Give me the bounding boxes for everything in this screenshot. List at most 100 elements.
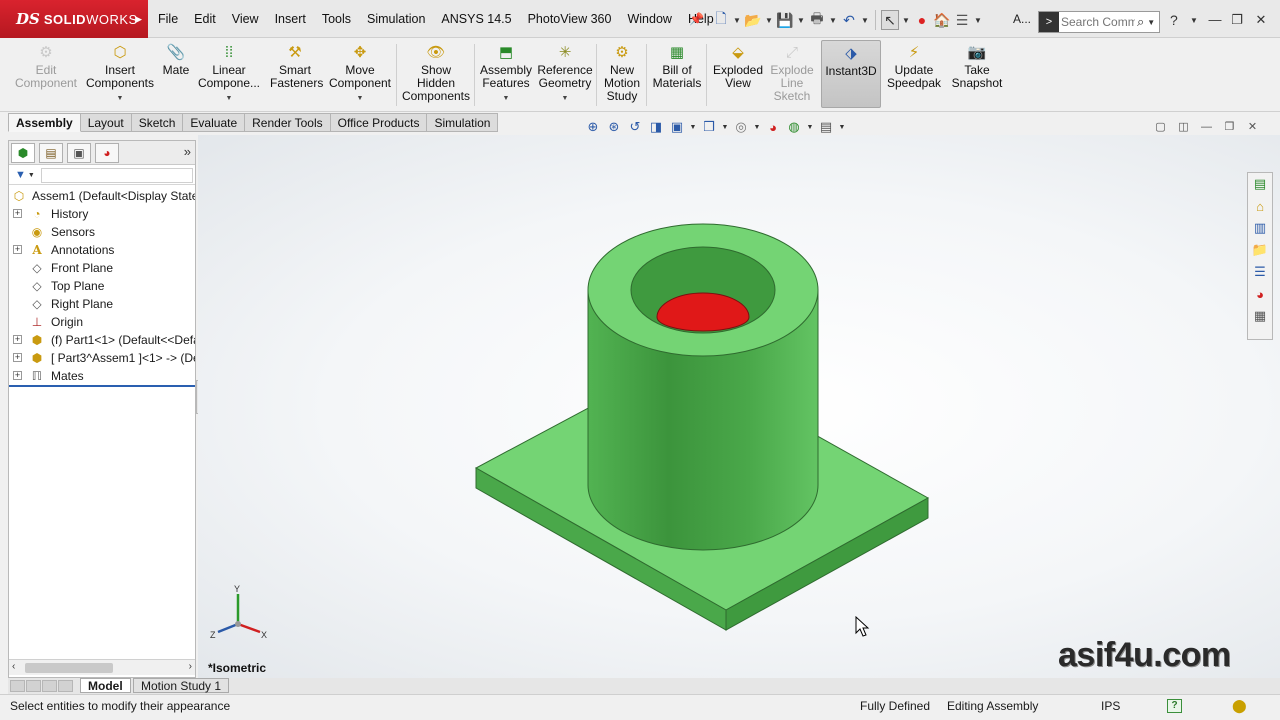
smart-fasteners-button[interactable]: ⚒ Smart Fasteners — [266, 42, 324, 110]
zoom-to-fit-icon[interactable]: ⊕ — [584, 118, 602, 136]
chevron-down-icon[interactable]: ▼ — [1190, 16, 1198, 25]
filter-funnel-icon[interactable]: ▼ — [15, 169, 26, 181]
chevron-down-icon[interactable]: ▼ — [357, 92, 364, 105]
menu-simulation[interactable]: Simulation — [359, 7, 433, 31]
tab-evaluate[interactable]: Evaluate — [183, 113, 246, 132]
chevron-down-icon[interactable]: ▼ — [689, 124, 697, 131]
undo-icon[interactable]: ↶ — [840, 10, 858, 30]
view-orientation-icon[interactable]: ▣ — [668, 118, 686, 136]
chevron-down-icon[interactable]: ▼ — [753, 124, 761, 131]
graphics-area[interactable] — [198, 135, 1280, 678]
file-explorer-icon[interactable]: 📁 — [1248, 239, 1272, 261]
tree-item-annotations[interactable]: + A Annotations — [9, 241, 195, 259]
home-icon[interactable]: ⌂ — [1248, 195, 1272, 217]
two-view-icon[interactable]: ◫ — [1175, 119, 1192, 134]
open-folder-icon[interactable]: 📂 — [744, 10, 762, 30]
appearances-icon[interactable]: ◕ — [1248, 283, 1272, 305]
options-icon[interactable]: ☰ — [953, 10, 971, 30]
rebuild-status-icon[interactable]: ⬤ — [1232, 698, 1247, 714]
scrollbar-thumb[interactable] — [25, 663, 113, 673]
tree-item-sensors[interactable]: ◉ Sensors — [9, 223, 195, 241]
edit-component-button[interactable]: ⚙ Edit Component — [10, 42, 82, 110]
minimize-icon[interactable]: — — [1204, 10, 1226, 30]
instant3d-button[interactable]: ⬗ Instant3D — [821, 40, 881, 108]
command-prompt-icon[interactable]: > — [1039, 12, 1059, 32]
chevron-down-icon[interactable]: ▼ — [838, 124, 846, 131]
horizontal-scrollbar[interactable]: ‹ › — [9, 659, 195, 675]
prev-tab-nav-icon[interactable] — [26, 680, 41, 692]
pin-icon[interactable]: 📌 — [689, 12, 704, 26]
design-library-icon[interactable]: ▥ — [1248, 217, 1272, 239]
custom-properties-icon[interactable]: ▦ — [1248, 305, 1272, 327]
chevron-down-icon[interactable]: ▼ — [562, 92, 569, 105]
chevron-down-icon[interactable]: ▼ — [764, 16, 774, 25]
scroll-right-icon[interactable]: › — [189, 661, 192, 672]
menu-tools[interactable]: Tools — [314, 7, 359, 31]
menu-view[interactable]: View — [224, 7, 267, 31]
file-properties-icon[interactable]: 🏠 — [933, 10, 951, 30]
tree-item-history[interactable]: + ◔ History — [9, 205, 195, 223]
new-document-icon[interactable]: 🗋 — [712, 10, 730, 30]
tree-item-top-plane[interactable]: ◇ Top Plane — [9, 277, 195, 295]
tree-root-assembly[interactable]: ⬡ Assem1 (Default<Display State-1>) — [9, 187, 195, 205]
view-settings-icon[interactable]: ▤ — [817, 118, 835, 136]
print-icon[interactable]: 🖶 — [808, 10, 826, 30]
menu-window[interactable]: Window — [619, 7, 679, 31]
chevron-down-icon[interactable]: ▼ — [796, 16, 806, 25]
linear-component-pattern-button[interactable]: ⁞⁞ Linear Compone... ▼ — [196, 42, 262, 110]
magnifier-icon[interactable]: ⌕ — [1137, 14, 1144, 30]
displaymanager-icon[interactable]: ◕ — [95, 143, 119, 163]
expand-plus-icon[interactable]: + — [13, 209, 22, 218]
menu-edit[interactable]: Edit — [186, 7, 224, 31]
tree-item-right-plane[interactable]: ◇ Right Plane — [9, 295, 195, 313]
tree-item-mates[interactable]: + ℿ Mates — [9, 367, 195, 385]
edit-appearance-icon[interactable]: ◕ — [764, 118, 782, 136]
first-tab-nav-icon[interactable] — [10, 680, 25, 692]
reference-geometry-button[interactable]: ✳ Reference Geometry ▼ — [536, 42, 594, 110]
next-tab-nav-icon[interactable] — [42, 680, 57, 692]
save-icon[interactable]: 💾 — [776, 10, 794, 30]
bill-of-materials-button[interactable]: ▦ Bill of Materials — [650, 42, 704, 110]
move-component-button[interactable]: ✥ Move Component ▼ — [326, 42, 394, 110]
update-speedpak-button[interactable]: ⚡ Update Speedpak — [884, 42, 944, 110]
tree-item-part3[interactable]: + ⬢ [ Part3^Assem1 ]<1> -> (Default) — [9, 349, 195, 367]
solidworks-logo-menu[interactable]: DS SOLIDWORKS ▶ — [0, 0, 148, 38]
viewport-minimize-icon[interactable]: — — [1198, 119, 1215, 134]
chevron-down-icon[interactable]: ▼ — [28, 172, 35, 179]
tab-assembly[interactable]: Assembly — [8, 113, 81, 132]
expand-plus-icon[interactable]: + — [13, 371, 22, 380]
chevron-down-icon[interactable]: ▼ — [828, 16, 838, 25]
unit-system-selector[interactable]: IPS — [1101, 699, 1120, 713]
tree-item-part1[interactable]: + ⬢ (f) Part1<1> (Default<<Default>_Disp… — [9, 331, 195, 349]
chevron-down-icon[interactable]: ▼ — [973, 16, 983, 25]
exploded-view-button[interactable]: ⬙ Exploded View — [710, 42, 766, 110]
explode-line-sketch-button[interactable]: ⤢ Explode Line Sketch — [766, 42, 818, 110]
rollback-bar[interactable] — [9, 385, 195, 387]
rebuild-traffic-light-icon[interactable]: ● — [913, 10, 931, 30]
chevron-down-icon[interactable]: ▼ — [503, 92, 510, 105]
tab-simulation[interactable]: Simulation — [427, 113, 499, 132]
tab-motion-study-1[interactable]: Motion Study 1 — [133, 678, 230, 693]
last-tab-nav-icon[interactable] — [58, 680, 73, 692]
chevron-down-icon[interactable]: ▼ — [721, 124, 729, 131]
new-motion-study-button[interactable]: ⚙ New Motion Study — [600, 42, 644, 110]
scroll-left-icon[interactable]: ‹ — [12, 661, 15, 672]
show-hidden-components-button[interactable]: 👁 Show Hidden Components — [400, 42, 472, 110]
expand-plus-icon[interactable]: + — [13, 335, 22, 344]
mate-button[interactable]: 📎 Mate — [158, 42, 194, 110]
menu-photoview[interactable]: PhotoView 360 — [520, 7, 620, 31]
help-icon[interactable]: ? — [1170, 12, 1178, 28]
restore-icon[interactable]: ❐ — [1226, 10, 1248, 30]
chevron-down-icon[interactable]: ▼ — [117, 92, 124, 105]
chevron-down-icon[interactable]: ▼ — [806, 124, 814, 131]
quick-tips-icon[interactable]: ? — [1167, 699, 1182, 713]
solidworks-resources-icon[interactable]: ▤ — [1248, 173, 1272, 195]
double-chevron-right-icon[interactable]: » — [184, 144, 191, 159]
tab-model[interactable]: Model — [80, 678, 131, 693]
tab-render-tools[interactable]: Render Tools — [245, 113, 331, 132]
menu-insert[interactable]: Insert — [267, 7, 314, 31]
configurationmanager-icon[interactable]: ▣ — [67, 143, 91, 163]
view-palette-icon[interactable]: ☰ — [1248, 261, 1272, 283]
tab-office-products[interactable]: Office Products — [330, 113, 428, 132]
close-icon[interactable]: ✕ — [1250, 10, 1272, 30]
